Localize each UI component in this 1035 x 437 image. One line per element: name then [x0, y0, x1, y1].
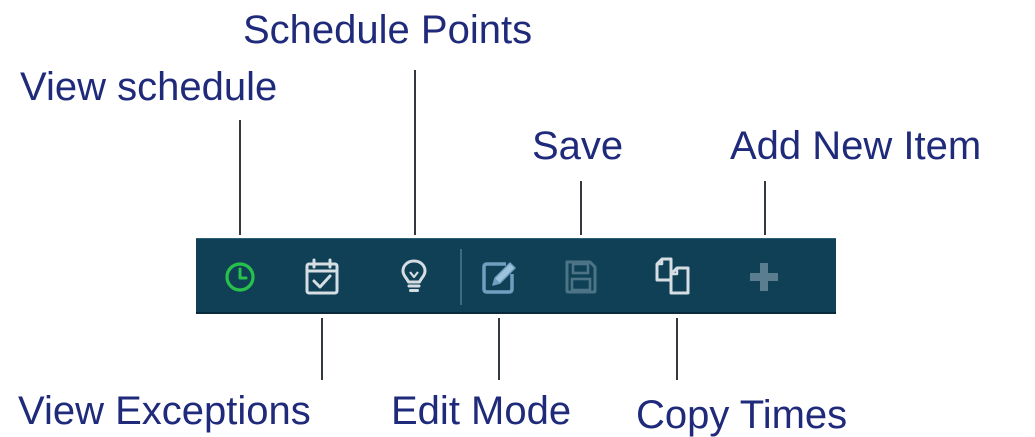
schedule-toolbar	[196, 238, 836, 314]
lightbulb-icon	[401, 259, 427, 292]
save-leader	[580, 181, 582, 235]
schedule-points-leader	[414, 70, 416, 235]
add-new-item-leader	[764, 181, 766, 235]
copy-pages-icon	[655, 257, 690, 295]
view-schedule-label: View schedule	[20, 65, 278, 109]
edit-mode-button[interactable]	[472, 250, 526, 304]
edit-mode-label: Edit Mode	[391, 389, 572, 433]
schedule-points-label: Schedule Points	[243, 8, 533, 52]
view-exceptions-leader	[321, 318, 323, 380]
save-label: Save	[532, 124, 624, 168]
copy-times-leader	[676, 318, 678, 380]
add-new-item-button[interactable]	[737, 250, 791, 304]
edit-mode-leader	[498, 318, 500, 380]
copy-times-button[interactable]	[646, 250, 700, 304]
calendar-check-icon	[305, 258, 339, 295]
view-schedule-leader	[239, 120, 241, 235]
clock-icon	[225, 262, 255, 292]
view-exceptions-button[interactable]	[295, 250, 349, 304]
view-exceptions-label: View Exceptions	[18, 389, 311, 433]
toolbar-separator	[460, 249, 462, 305]
add-new-item-label: Add New Item	[730, 124, 982, 168]
edit-pencil-icon	[482, 262, 516, 294]
view-schedule-button[interactable]	[213, 250, 267, 304]
floppy-disk-icon	[565, 260, 597, 294]
copy-times-label: Copy Times	[636, 393, 848, 437]
schedule-points-button[interactable]	[387, 250, 441, 304]
plus-icon	[750, 263, 778, 291]
save-button[interactable]	[554, 250, 608, 304]
